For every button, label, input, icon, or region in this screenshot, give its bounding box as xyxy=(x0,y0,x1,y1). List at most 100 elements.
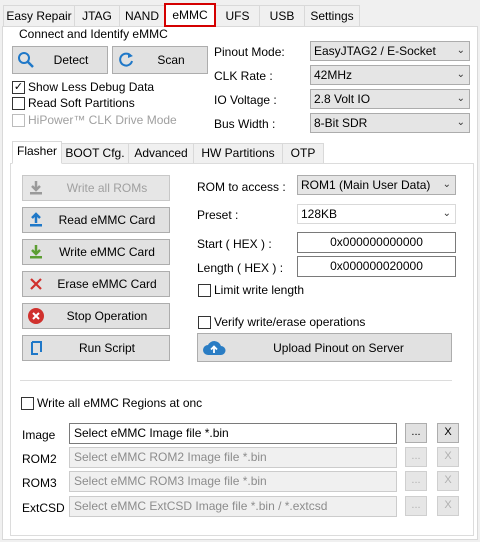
length-hex-label: Length ( HEX ) : xyxy=(197,261,284,275)
clk-rate-value: 42MHz xyxy=(314,68,353,82)
run-script-button[interactable]: Run Script xyxy=(22,335,170,361)
checkbox-unchecked[interactable] xyxy=(21,396,34,410)
image-label: Image xyxy=(22,428,56,442)
upload-pinout-button[interactable]: Upload Pinout on Server xyxy=(197,333,452,362)
rom-access-select[interactable]: ROM1 (Main User Data) ⌄ xyxy=(297,175,456,195)
checkbox-disabled xyxy=(12,113,25,127)
refresh-icon xyxy=(113,51,139,69)
subtab-flasher[interactable]: Flasher xyxy=(12,141,62,164)
length-hex-input[interactable]: 0x000000020000 xyxy=(297,256,456,277)
connect-group-title: Connect and Identify eMMC xyxy=(17,27,170,41)
rom-access-label: ROM to access : xyxy=(197,180,286,194)
checkbox-unchecked[interactable] xyxy=(12,96,25,110)
start-hex-label: Start ( HEX ) : xyxy=(197,237,272,251)
extcsd-browse-button: ... xyxy=(405,496,427,516)
tab-settings[interactable]: Settings xyxy=(304,5,360,27)
write-all-roms-label: Write all ROMs xyxy=(66,181,148,195)
search-icon xyxy=(13,51,39,69)
read-emmc-button[interactable]: Read eMMC Card xyxy=(22,207,170,233)
upload-pinout-label: Upload Pinout on Server xyxy=(273,340,404,355)
image-clear-button[interactable]: X xyxy=(437,423,459,443)
main-tab-strip: Easy Repair JTAG NAND eMMC UFS USB Setti… xyxy=(0,0,480,27)
chevron-down-icon: ⌄ xyxy=(442,179,451,190)
verify-label: Verify write/erase operations xyxy=(214,315,366,329)
tab-easy-repair[interactable]: Easy Repair xyxy=(3,5,75,27)
script-icon xyxy=(23,340,49,356)
tab-nand[interactable]: NAND xyxy=(119,5,165,27)
rom2-clear-button: X xyxy=(437,447,459,467)
write-emmc-button[interactable]: Write eMMC Card xyxy=(22,239,170,265)
divider xyxy=(20,380,452,381)
write-emmc-label: Write eMMC Card xyxy=(59,245,155,259)
bus-width-value: 8-Bit SDR xyxy=(314,116,368,130)
rom-access-value: ROM1 (Main User Data) xyxy=(301,178,431,192)
extcsd-clear-button: X xyxy=(437,496,459,516)
read-soft-partitions-checkbox[interactable]: Read Soft Partitions xyxy=(12,96,135,110)
extcsd-label: ExtCSD xyxy=(22,501,65,515)
erase-emmc-label: Erase eMMC Card xyxy=(57,277,157,291)
chevron-down-icon: ⌄ xyxy=(456,45,465,56)
clk-rate-label: CLK Rate : xyxy=(214,69,273,83)
download-icon xyxy=(23,180,49,196)
pinout-mode-label: Pinout Mode: xyxy=(214,45,285,59)
pinout-mode-select[interactable]: EasyJTAG2 / E-Socket ⌄ xyxy=(310,41,470,61)
erase-emmc-button[interactable]: Erase eMMC Card xyxy=(22,271,170,297)
tab-ufs[interactable]: UFS xyxy=(215,5,260,27)
pinout-mode-value: EasyJTAG2 / E-Socket xyxy=(314,44,436,58)
run-script-label: Run Script xyxy=(78,341,136,355)
verify-checkbox[interactable]: Verify write/erase operations xyxy=(198,315,365,329)
bus-width-select[interactable]: 8-Bit SDR ⌄ xyxy=(310,113,470,133)
tab-jtag[interactable]: JTAG xyxy=(74,5,120,27)
start-hex-input[interactable]: 0x000000000000 xyxy=(297,232,456,253)
preset-select[interactable]: 128KB ⌄ xyxy=(297,204,456,224)
show-less-debug-checkbox[interactable]: ✓ Show Less Debug Data xyxy=(12,80,154,94)
preset-label: Preset : xyxy=(197,208,239,222)
limit-write-label: Limit write length xyxy=(214,283,305,297)
download-icon xyxy=(23,244,49,260)
clk-rate-select[interactable]: 42MHz ⌄ xyxy=(310,65,470,85)
hipower-label: HiPower™ CLK Drive Mode xyxy=(28,113,177,127)
cloud-upload-icon xyxy=(198,339,230,357)
rom3-clear-button: X xyxy=(437,471,459,491)
rom2-label: ROM2 xyxy=(22,452,57,466)
hipower-checkbox: HiPower™ CLK Drive Mode xyxy=(12,113,177,127)
rom3-file-input: Select eMMC ROM3 Image file *.bin xyxy=(69,471,397,492)
write-all-regions-label: Write all eMMC Regions at onc xyxy=(37,396,203,410)
subtab-boot-cfg[interactable]: BOOT Cfg. xyxy=(61,143,129,163)
image-file-input[interactable]: Select eMMC Image file *.bin xyxy=(69,423,397,444)
upload-icon xyxy=(23,212,49,228)
extcsd-file-input: Select eMMC ExtCSD Image file *.bin / *.… xyxy=(69,496,397,517)
close-icon xyxy=(23,276,49,292)
read-soft-partitions-label: Read Soft Partitions xyxy=(28,96,135,110)
chevron-down-icon: ⌄ xyxy=(456,69,465,80)
bus-width-label: Bus Width : xyxy=(214,117,276,131)
limit-write-checkbox[interactable]: Limit write length xyxy=(198,283,304,297)
scan-button[interactable]: Scan xyxy=(112,46,208,74)
checkbox-unchecked[interactable] xyxy=(198,283,211,297)
tab-emmc[interactable]: eMMC xyxy=(164,3,216,27)
subtab-hw-partitions[interactable]: HW Partitions xyxy=(193,143,283,163)
detect-button[interactable]: Detect xyxy=(12,46,108,74)
read-emmc-label: Read eMMC Card xyxy=(58,213,156,227)
io-voltage-select[interactable]: 2.8 Volt IO ⌄ xyxy=(310,89,470,109)
checkbox-unchecked[interactable] xyxy=(198,315,211,329)
subtab-advanced[interactable]: Advanced xyxy=(128,143,194,163)
checkbox-checked[interactable]: ✓ xyxy=(12,80,25,94)
chevron-down-icon: ⌄ xyxy=(456,117,465,128)
detect-button-label: Detect xyxy=(53,53,89,67)
preset-value: 128KB xyxy=(301,207,338,221)
scan-button-label: Scan xyxy=(157,53,185,67)
show-less-debug-label: Show Less Debug Data xyxy=(28,80,155,94)
stop-operation-button[interactable]: Stop Operation xyxy=(22,303,170,329)
rom3-label: ROM3 xyxy=(22,476,57,490)
write-all-regions-checkbox[interactable]: Write all eMMC Regions at onc xyxy=(21,396,202,410)
chevron-down-icon: ⌄ xyxy=(456,93,465,104)
tab-usb[interactable]: USB xyxy=(259,5,305,27)
write-all-roms-button[interactable]: Write all ROMs xyxy=(22,175,170,201)
rom2-browse-button: ... xyxy=(405,447,427,467)
image-browse-button[interactable]: ... xyxy=(405,423,427,443)
subtab-otp[interactable]: OTP xyxy=(282,143,324,163)
io-voltage-label: IO Voltage : xyxy=(214,93,277,107)
rom3-browse-button: ... xyxy=(405,471,427,491)
stop-icon xyxy=(23,307,49,325)
